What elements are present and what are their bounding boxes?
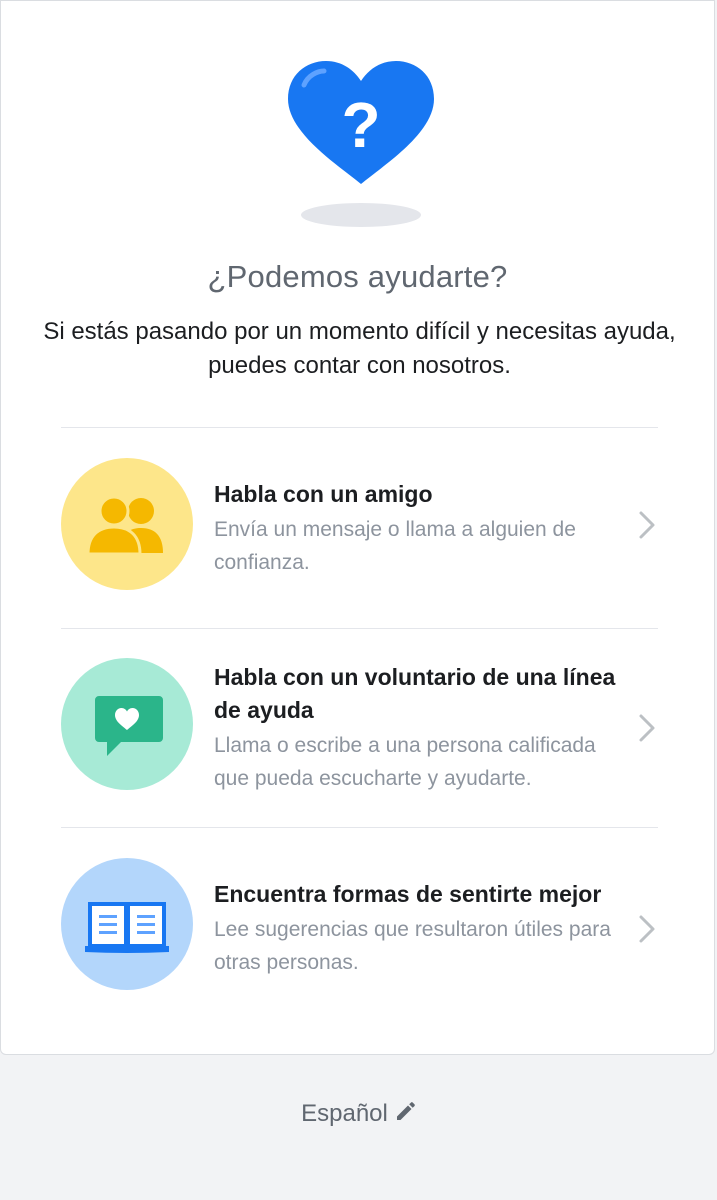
option-title: Habla con un amigo — [214, 481, 433, 507]
pencil-icon — [396, 1102, 415, 1120]
people-icon — [61, 458, 193, 590]
chevron-right-icon — [639, 915, 655, 943]
chevron-right-icon — [639, 714, 655, 742]
option-text: Habla con un voluntario de una línea de … — [214, 661, 629, 795]
option-talk-to-friend[interactable]: Habla con un amigo Envía un mensaje o ll… — [61, 458, 658, 590]
help-card: ? ¿Podemos ayudarte? Si estás pasando po… — [0, 0, 715, 1055]
svg-text:?: ? — [341, 89, 380, 161]
option-description: Envía un mensaje o llama a alguien de co… — [214, 518, 576, 574]
option-description: Llama o escribe a una persona calificada… — [214, 734, 596, 790]
option-text: Encuentra formas de sentirte mejor Lee s… — [214, 878, 629, 979]
option-title: Habla con un voluntario de una línea de … — [214, 664, 616, 723]
divider — [61, 628, 658, 629]
option-description: Lee sugerencias que resultaron útiles pa… — [214, 918, 611, 974]
page-subtitle: Si estás pasando por un momento difícil … — [43, 318, 676, 379]
chat-heart-icon — [61, 658, 193, 790]
page-title: ¿Podemos ayudarte? — [207, 259, 508, 294]
option-text: Habla con un amigo Envía un mensaje o ll… — [214, 478, 629, 579]
language-selector[interactable]: Español — [0, 1100, 717, 1128]
divider — [61, 427, 658, 428]
option-title: Encuentra formas de sentirte mejor — [214, 881, 602, 907]
divider — [61, 827, 658, 828]
option-feel-better[interactable]: Encuentra formas de sentirte mejor Lee s… — [61, 858, 658, 990]
chevron-right-icon — [639, 511, 655, 539]
language-label: Español — [301, 1100, 388, 1127]
heart-question-icon: ? — [286, 59, 436, 234]
book-icon — [61, 858, 193, 990]
option-talk-to-volunteer[interactable]: Habla con un voluntario de una línea de … — [61, 658, 658, 790]
